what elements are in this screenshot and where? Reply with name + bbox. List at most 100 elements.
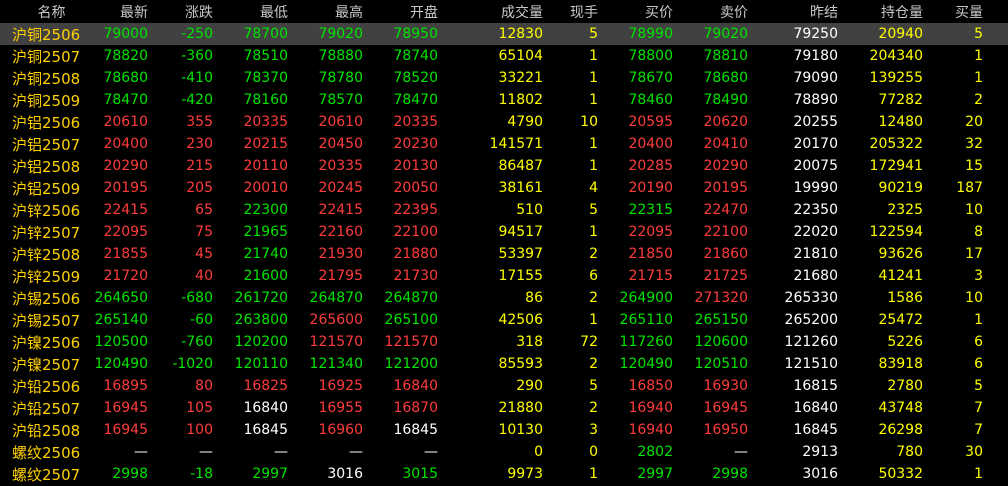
cell-ask-volume: 4 <box>990 265 1008 287</box>
table-row[interactable]: 沪铅2507 16945 105 16840 16955 16870 21880 2 16940… <box>0 397 1008 419</box>
cell-ask: 79020 <box>680 23 755 45</box>
cell-volume: 86 <box>525 290 543 306</box>
table-row[interactable]: 沪锌2509 21720 40 21600 21795 21730 17155 6 21715 2… <box>0 265 1008 287</box>
cell-volume: 4790 <box>507 114 543 130</box>
cell-ask: 20290 <box>703 158 748 174</box>
col-header-bid-volume[interactable]: 买量 <box>930 0 990 23</box>
cell-change: 105 <box>186 400 213 416</box>
col-header-prev-settle[interactable]: 昨结 <box>755 0 845 23</box>
cell-high: 264870 <box>309 290 363 306</box>
table-row[interactable]: 沪铜2509 78470 -420 78160 78570 78470 11802 1 7846… <box>0 89 1008 111</box>
table-row[interactable]: 沪铅2508 16945 100 16845 16960 16845 10130 3 16940… <box>0 419 1008 441</box>
cell-ask-volume: 5 <box>990 375 1008 397</box>
cell-low: 22300 <box>243 202 288 218</box>
cell-lot: 4 <box>589 180 598 196</box>
table-row[interactable]: 沪锌2508 21855 45 21740 21930 21880 53397 2 21850 2… <box>0 243 1008 265</box>
cell-volume: 53397 <box>498 246 543 262</box>
table-row[interactable]: 沪铝2507 20400 230 20215 20450 20230 141571 1 2040… <box>0 133 1008 155</box>
col-header-open-interest[interactable]: 持仓量 <box>845 0 930 23</box>
cell-high: 78880 <box>318 48 363 64</box>
col-header-change[interactable]: 涨跌 <box>155 0 220 23</box>
cell-high: 20450 <box>318 136 363 152</box>
cell-high: 22160 <box>318 224 363 240</box>
cell-prev-settle: 21810 <box>793 246 838 262</box>
col-header-low[interactable]: 最低 <box>220 0 295 23</box>
cell-volume: 510 <box>516 202 543 218</box>
cell-ask: 21860 <box>703 246 748 262</box>
cell-bid-volume: 15 <box>965 158 983 174</box>
cell-change: -360 <box>181 48 213 64</box>
table-row[interactable]: 沪铜2508 78680 -410 78370 78780 78520 33221 1 7867… <box>0 67 1008 89</box>
col-header-ask-volume[interactable]: 卖量 <box>990 0 1008 23</box>
table-row[interactable]: 沪镍2506 120500 -760 120200 121570 121570 318 72 1… <box>0 331 1008 353</box>
cell-change: — <box>199 444 213 460</box>
col-header-volume[interactable]: 成交量 <box>445 0 550 23</box>
table-row[interactable]: 沪锡2506 264650 -680 261720 264870 264870 86 2 264… <box>0 287 1008 309</box>
table-row[interactable]: 沪铅2506 16895 80 16825 16925 16840 290 5 16850 169… <box>0 375 1008 397</box>
cell-bid-volume: 1 <box>974 312 983 328</box>
cell-change: 45 <box>195 246 213 262</box>
table-row[interactable]: 沪镍2507 120490 -1020 120110 121340 121200 85593… <box>0 353 1008 375</box>
cell-name: 沪铅2508 <box>12 421 81 440</box>
cell-lot: 6 <box>589 268 598 284</box>
table-row[interactable]: 螺纹2506 — — — — — 0 0 2802 — 2913 780 30 0 <box>0 441 1008 463</box>
table-row[interactable]: 沪铝2506 20610 355 20335 20610 20335 4790 10 20595… <box>0 111 1008 133</box>
col-header-open[interactable]: 开盘 <box>370 0 445 23</box>
cell-lot: 1 <box>589 70 598 86</box>
cell-ask: 265150 <box>694 312 748 328</box>
table-row[interactable]: 沪铜2506 79000 -250 78700 79020 78950 12830 5 7899… <box>0 23 1008 45</box>
table-row[interactable]: 螺纹2507 2998 -18 2997 3016 3015 9973 1 2997 2998 30… <box>0 463 1008 485</box>
cell-name: 沪镍2506 <box>12 333 81 352</box>
cell-lot: 2 <box>589 246 598 262</box>
cell-open-interest: 122594 <box>869 224 923 240</box>
cell-volume: 94517 <box>498 224 543 240</box>
table-row[interactable]: 沪铝2508 20290 215 20110 20335 20130 86487 1 20285… <box>0 155 1008 177</box>
cell-name: 沪铜2508 <box>12 69 81 88</box>
cell-high: 21795 <box>318 268 363 284</box>
cell-open-interest: 26298 <box>878 422 923 438</box>
table-row[interactable]: 沪铝2509 20195 205 20010 20245 20050 38161 4 20190… <box>0 177 1008 199</box>
col-header-high[interactable]: 最高 <box>295 0 370 23</box>
col-header-lot[interactable]: 现手 <box>550 0 605 23</box>
cell-ask: 16950 <box>703 422 748 438</box>
cell-open: 265100 <box>384 312 438 328</box>
cell-ask-volume: 1 <box>990 309 1008 331</box>
cell-open-interest: 12480 <box>878 114 923 130</box>
cell-volume: 12830 <box>445 23 550 45</box>
cell-lot: 1 <box>589 158 598 174</box>
table-row[interactable]: 沪铜2507 78820 -360 78510 78880 78740 65104 1 7880… <box>0 45 1008 67</box>
cell-lot: 1 <box>589 312 598 328</box>
cell-lot: 1 <box>589 92 598 108</box>
cell-change: 100 <box>186 422 213 438</box>
cell-volume: 86487 <box>498 158 543 174</box>
cell-prev-settle: 78890 <box>793 92 838 108</box>
cell-name: 螺纹2507 <box>12 465 81 484</box>
cell-ask-volume: 2 <box>990 89 1008 111</box>
table-row[interactable]: 沪锌2507 22095 75 21965 22160 22100 94517 1 22095 2… <box>0 221 1008 243</box>
cell-bid: 20190 <box>628 180 673 196</box>
cell-lot: 1 <box>589 224 598 240</box>
table-row[interactable]: 沪锌2506 22415 65 22300 22415 22395 510 5 22315 224… <box>0 199 1008 221</box>
col-header-bid[interactable]: 买价 <box>605 0 680 23</box>
cell-open: 20050 <box>393 180 438 196</box>
cell-low: 20215 <box>243 136 288 152</box>
cell-bid-volume: 1 <box>974 70 983 86</box>
cell-ask-volume: 0 <box>990 441 1008 463</box>
col-header-last[interactable]: 最新 <box>90 0 155 23</box>
cell-high: 265600 <box>309 312 363 328</box>
col-header-ask[interactable]: 卖价 <box>680 0 755 23</box>
col-header-name[interactable]: 名称 <box>0 0 90 23</box>
cell-last: 264650 <box>94 290 148 306</box>
cell-low: 263800 <box>234 312 288 328</box>
cell-ask-volume: 6 <box>990 221 1008 243</box>
cell-lot: 2 <box>589 290 598 306</box>
cell-prev-settle: 16845 <box>793 422 838 438</box>
cell-last: 22095 <box>103 224 148 240</box>
cell-bid: 78990 <box>605 23 680 45</box>
cell-low: 78370 <box>243 70 288 86</box>
cell-ask: 16945 <box>703 400 748 416</box>
table-row[interactable]: 沪锡2507 265140 -60 263800 265600 265100 42506 1 2… <box>0 309 1008 331</box>
cell-ask-volume: 2 <box>990 287 1008 309</box>
cell-name: 沪铜2507 <box>12 47 81 66</box>
cell-bid-volume: 5 <box>930 23 990 45</box>
